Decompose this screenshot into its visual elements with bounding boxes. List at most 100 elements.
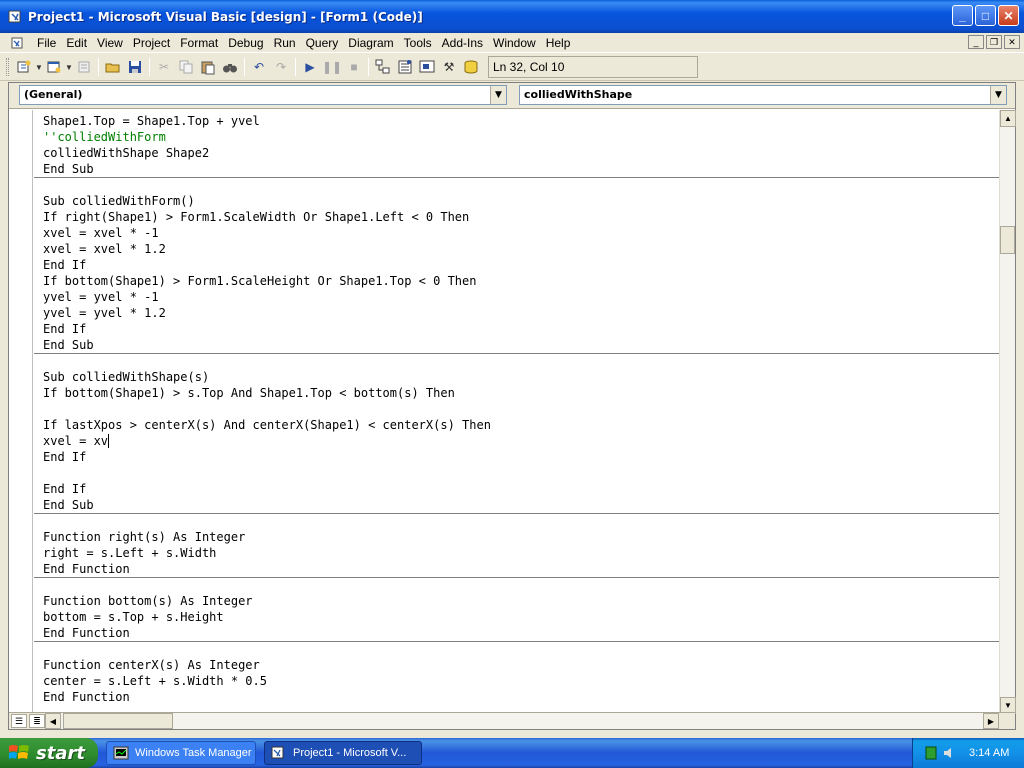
find-icon[interactable] bbox=[219, 56, 241, 78]
tray-monitor-icon[interactable] bbox=[925, 746, 937, 760]
taskbar-item-task-manager[interactable]: Windows Task Manager bbox=[106, 741, 256, 765]
menu-project[interactable]: Project bbox=[128, 34, 175, 52]
toolbar-separator bbox=[295, 58, 296, 76]
code-line: End If bbox=[43, 450, 87, 464]
procedure-separator bbox=[34, 577, 1000, 578]
menu-editor-icon bbox=[73, 56, 95, 78]
run-icon[interactable]: ▶ bbox=[299, 56, 321, 78]
code-block: Function right(s) As Integer right = s.L… bbox=[34, 529, 1000, 577]
add-project-icon[interactable] bbox=[13, 56, 35, 78]
code-line: Function bottom(s) As Integer bbox=[43, 594, 253, 608]
mdi-minimize-button[interactable]: _ bbox=[968, 35, 984, 49]
text-caret: xvel = xv bbox=[43, 434, 110, 448]
taskbar-item-label: Project1 - Microsoft V... bbox=[293, 747, 407, 759]
menu-debug[interactable]: Debug bbox=[223, 34, 268, 52]
chevron-down-icon[interactable]: ▼ bbox=[990, 86, 1006, 104]
vertical-scroll-thumb[interactable] bbox=[1000, 226, 1015, 254]
menu-window[interactable]: Window bbox=[488, 34, 541, 52]
menu-edit[interactable]: Edit bbox=[61, 34, 92, 52]
menu-format[interactable]: Format bbox=[175, 34, 223, 52]
dropdown-arrow-icon[interactable]: ▼ bbox=[65, 56, 73, 78]
menu-file[interactable]: File bbox=[32, 34, 61, 52]
vertical-scrollbar[interactable]: ▲ ▼ bbox=[999, 110, 1016, 714]
code-line: End Function bbox=[43, 626, 130, 640]
menu-run[interactable]: Run bbox=[269, 34, 301, 52]
taskbar: start Windows Task Manager Project1 - Mi… bbox=[0, 738, 1024, 768]
windows-logo-icon bbox=[9, 745, 29, 759]
horizontal-scrollbar[interactable]: ◀ ▶ bbox=[45, 713, 999, 729]
tray-speaker-icon[interactable] bbox=[943, 747, 955, 759]
end-icon: ■ bbox=[350, 60, 358, 74]
dropdown-arrow-icon[interactable]: ▼ bbox=[35, 56, 43, 78]
scroll-right-icon[interactable]: ▶ bbox=[983, 713, 999, 729]
menu-view[interactable]: View bbox=[92, 34, 128, 52]
code-line: Sub colliedWithForm() bbox=[43, 194, 195, 208]
mdi-restore-button[interactable]: ❐ bbox=[986, 35, 1002, 49]
cut-icon: ✂ bbox=[158, 60, 170, 74]
save-icon[interactable] bbox=[124, 56, 146, 78]
chevron-down-icon[interactable]: ▼ bbox=[490, 86, 506, 104]
standard-toolbar: ▼ ▼ ✂ ↶ ↷ ▶ ❚❚ ■ ⚒ Ln 32, Col 10 bbox=[0, 54, 1024, 81]
undo-icon[interactable]: ↶ bbox=[248, 56, 270, 78]
menu-bar: File Edit View Project Format Debug Run … bbox=[0, 33, 1024, 53]
procedure-combo-value: colliedWithShape bbox=[524, 88, 633, 101]
code-line-current: xvel = xv bbox=[43, 433, 1000, 449]
code-window-bottom-bar: ☰ ≣ ◀ ▶ bbox=[9, 712, 1015, 729]
add-form-icon[interactable] bbox=[43, 56, 65, 78]
system-tray: 3:14 AM bbox=[912, 738, 1024, 768]
start-button[interactable]: start bbox=[0, 738, 98, 768]
close-button[interactable]: ✕ bbox=[998, 5, 1019, 26]
code-line: colliedWithShape Shape2 bbox=[43, 146, 210, 160]
form-layout-icon[interactable] bbox=[416, 56, 438, 78]
margin-indicator-bar[interactable] bbox=[9, 110, 33, 714]
code-window-icon[interactable] bbox=[10, 35, 26, 51]
procedure-separator bbox=[34, 353, 1000, 354]
code-editor[interactable]: Shape1.Top = Shape1.Top + yvel ''collied… bbox=[34, 110, 1000, 714]
toolbar-separator bbox=[244, 58, 245, 76]
open-folder-icon[interactable] bbox=[102, 56, 124, 78]
scroll-up-icon[interactable]: ▲ bbox=[1000, 110, 1016, 127]
code-line-comment: ''colliedWithForm bbox=[43, 130, 166, 144]
menu-add-ins[interactable]: Add-Ins bbox=[437, 34, 488, 52]
data-view-icon[interactable] bbox=[460, 56, 482, 78]
mdi-close-button[interactable]: ✕ bbox=[1004, 35, 1020, 49]
minimize-button[interactable]: _ bbox=[952, 5, 973, 26]
menu-diagram[interactable]: Diagram bbox=[343, 34, 398, 52]
properties-window-icon[interactable] bbox=[394, 56, 416, 78]
menu-help[interactable]: Help bbox=[541, 34, 576, 52]
paste-icon[interactable] bbox=[197, 56, 219, 78]
menu-query[interactable]: Query bbox=[301, 34, 344, 52]
toolbar-separator bbox=[368, 58, 369, 76]
procedure-combo[interactable]: colliedWithShape ▼ bbox=[519, 85, 1007, 105]
horizontal-scroll-thumb[interactable] bbox=[63, 713, 173, 729]
scroll-left-icon[interactable]: ◀ bbox=[45, 713, 61, 729]
toolbox-icon[interactable]: ⚒ bbox=[438, 56, 460, 78]
project-explorer-icon[interactable] bbox=[372, 56, 394, 78]
maximize-button[interactable]: □ bbox=[975, 5, 996, 26]
toolbar-grip[interactable] bbox=[6, 58, 9, 76]
code-line: Function centerX(s) As Integer bbox=[43, 658, 260, 672]
procedure-view-icon[interactable]: ☰ bbox=[11, 714, 27, 728]
code-block: Function centerX(s) As Integer center = … bbox=[34, 657, 1000, 705]
object-combo[interactable]: (General) ▼ bbox=[19, 85, 507, 105]
code-line: xvel = xvel * 1.2 bbox=[43, 242, 166, 256]
clock[interactable]: 3:14 AM bbox=[969, 747, 1009, 759]
code-line: End Function bbox=[43, 562, 130, 576]
code-line: bottom = s.Top + s.Height bbox=[43, 610, 224, 624]
code-line: If right(Shape1) > Form1.ScaleWidth Or S… bbox=[43, 210, 470, 224]
code-line: If bottom(Shape1) > s.Top And Shape1.Top… bbox=[43, 386, 455, 400]
code-line: yvel = yvel * 1.2 bbox=[43, 306, 166, 320]
code-window-combos: (General) ▼ colliedWithShape ▼ bbox=[9, 83, 1015, 109]
menu-tools[interactable]: Tools bbox=[399, 34, 437, 52]
code-block: Sub colliedWithForm() If right(Shape1) >… bbox=[34, 193, 1000, 353]
copy-icon bbox=[175, 56, 197, 78]
full-module-view-icon[interactable]: ≣ bbox=[29, 714, 45, 728]
toolbar-separator bbox=[98, 58, 99, 76]
procedure-separator bbox=[34, 513, 1000, 514]
code-line: End If bbox=[43, 482, 87, 496]
window-title: Project1 - Microsoft Visual Basic [desig… bbox=[28, 9, 423, 24]
code-line: right = s.Left + s.Width bbox=[43, 546, 217, 560]
taskbar-item-visual-basic[interactable]: Project1 - Microsoft V... bbox=[264, 741, 422, 765]
